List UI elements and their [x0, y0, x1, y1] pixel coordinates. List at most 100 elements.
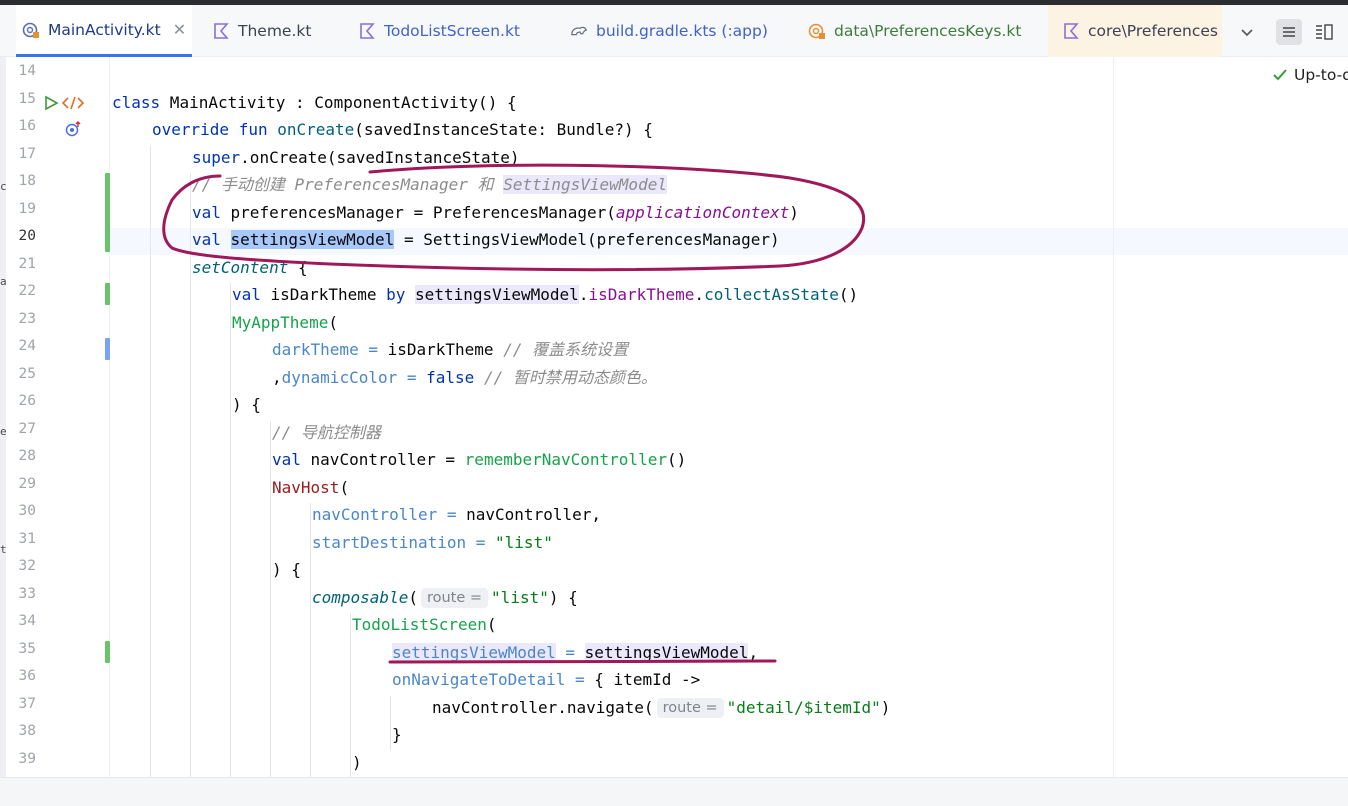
- code-line-24: darkTheme = isDarkTheme // 覆盖系统设置: [272, 336, 628, 363]
- indent-guide: [270, 421, 271, 777]
- code-token: TodoListScreen: [352, 615, 487, 634]
- code-comment: // 覆盖系统设置: [503, 340, 629, 359]
- editor-tab-bar: MainActivity.kt ✕ Theme.kt TodoListScree…: [0, 5, 1348, 57]
- tab-overflow-button[interactable]: [1234, 19, 1260, 45]
- code-token: composable: [312, 588, 409, 607]
- selected-identifier[interactable]: settingsViewModel: [230, 230, 395, 249]
- code-line-38: }: [392, 721, 402, 748]
- code-token: rememberNavController: [464, 450, 667, 469]
- code-token: collectAsState: [704, 285, 839, 304]
- tab-label: Theme.kt: [238, 22, 312, 40]
- line-number: 35: [18, 641, 36, 657]
- line-number: 38: [18, 723, 36, 739]
- lines-icon: [1283, 27, 1295, 37]
- line-number: 26: [18, 393, 36, 409]
- tab-label: TodoListScreen.kt: [384, 22, 521, 40]
- code-token: =: [555, 643, 585, 662]
- code-view-button[interactable]: [1276, 19, 1302, 45]
- code-token: (savedInstanceState: Bundle?) {: [354, 120, 653, 139]
- line-number: 17: [18, 146, 36, 162]
- tab-build-gradle[interactable]: build.gradle.kts (:app): [564, 5, 794, 57]
- code-token: navController,: [456, 505, 601, 524]
- line-number: 29: [18, 476, 36, 492]
- inspection-status[interactable]: Up-to-d: [1272, 66, 1348, 84]
- indent-guide: [150, 146, 151, 777]
- line-number: 34: [18, 613, 36, 629]
- code-editor[interactable]: class MainActivity : ComponentActivity()…: [110, 57, 1113, 777]
- kotlin-file-icon: [212, 22, 230, 40]
- line-number: 20: [18, 228, 36, 244]
- code-line-36: onNavigateToDetail = { itemId ->: [392, 666, 700, 693]
- code-line-15: class MainActivity : ComponentActivity()…: [112, 89, 517, 116]
- code-token: ,: [748, 643, 759, 662]
- code-line-17: super.onCreate(savedInstanceState): [192, 144, 520, 171]
- code-line-29: NavHost(: [272, 474, 349, 501]
- code-line-16: override fun onCreate(savedInstanceState…: [152, 116, 653, 143]
- tab-todo-list-screen[interactable]: TodoListScreen.kt: [352, 5, 552, 57]
- code-tags-icon[interactable]: [62, 94, 84, 112]
- code-token: ) {: [232, 395, 261, 414]
- line-number: 32: [18, 558, 36, 574]
- line-number: 31: [18, 531, 36, 547]
- code-token: isDarkTheme: [260, 285, 387, 304]
- code-line-33: composable(route = "list") {: [312, 584, 578, 611]
- code-token: darkTheme =: [272, 340, 378, 359]
- code-line-30: navController = navController,: [312, 501, 601, 528]
- code-token: ) {: [548, 588, 578, 607]
- tab-preferences-keys[interactable]: data\PreferencesKeys.kt: [802, 5, 1042, 57]
- tab-main-activity[interactable]: MainActivity.kt ✕: [16, 5, 192, 57]
- code-comment: // 手动创建 PreferencesManager 和: [192, 175, 504, 194]
- close-icon[interactable]: ✕: [173, 20, 186, 39]
- code-token: navController =: [312, 505, 457, 524]
- code-token: (: [339, 478, 350, 497]
- code-token: val: [272, 450, 301, 469]
- code-token: MainActivity : ComponentActivity() {: [160, 93, 517, 112]
- line-number: 37: [18, 696, 36, 712]
- code-token: .: [694, 285, 705, 304]
- line-number: 14: [18, 63, 36, 79]
- code-token: startDestination =: [312, 533, 486, 552]
- code-token: (: [486, 615, 497, 634]
- code-token: dynamicColor =: [281, 368, 417, 387]
- code-token: false: [426, 368, 475, 387]
- gradle-icon: [570, 22, 588, 40]
- tab-theme[interactable]: Theme.kt: [206, 5, 346, 57]
- kotlin-file-icon: [358, 22, 376, 40]
- code-line-34: TodoListScreen(: [352, 611, 497, 638]
- indent-guide: [350, 613, 351, 777]
- split-view-icon: [1316, 24, 1333, 40]
- line-number-gutter: 14 15 16 17 18 19 20 21 22 23 24 25 26 2…: [6, 57, 110, 777]
- code-token: ): [880, 698, 891, 717]
- code-token: val: [192, 203, 221, 222]
- split-view-button[interactable]: [1311, 19, 1337, 45]
- code-string: "detail/$itemId": [726, 698, 881, 717]
- line-number: 24: [18, 338, 36, 354]
- code-token: ): [352, 753, 362, 772]
- chevron-down-icon: [1241, 29, 1253, 37]
- code-line-26: ) {: [232, 391, 261, 418]
- code-token: onCreate: [277, 120, 355, 139]
- code-line-39: ): [352, 749, 362, 776]
- code-line-20: val settingsViewModel = SettingsViewMode…: [192, 226, 780, 253]
- tab-core-preferences[interactable]: core\Preferences: [1048, 5, 1222, 57]
- status-text: Up-to-d: [1294, 66, 1348, 84]
- tab-label: MainActivity.kt: [48, 20, 161, 39]
- line-number: 27: [18, 421, 36, 437]
- code-token: NavHost: [272, 478, 340, 497]
- override-icon[interactable]: [64, 120, 82, 138]
- code-token: (): [838, 285, 859, 304]
- code-token: ): [789, 203, 799, 222]
- line-number: 23: [18, 311, 36, 327]
- kotlin-file-icon: [1062, 22, 1080, 40]
- line-number: 39: [18, 751, 36, 767]
- line-number: 36: [18, 668, 36, 684]
- bottom-scroll-area: [0, 777, 1348, 806]
- tab-label: data\PreferencesKeys.kt: [834, 22, 1022, 40]
- code-line-23: MyAppTheme(: [232, 309, 338, 336]
- code-comment: // 暂时禁用动态颜色。: [483, 368, 657, 387]
- code-token: super: [192, 148, 241, 167]
- run-icon[interactable]: [42, 94, 60, 112]
